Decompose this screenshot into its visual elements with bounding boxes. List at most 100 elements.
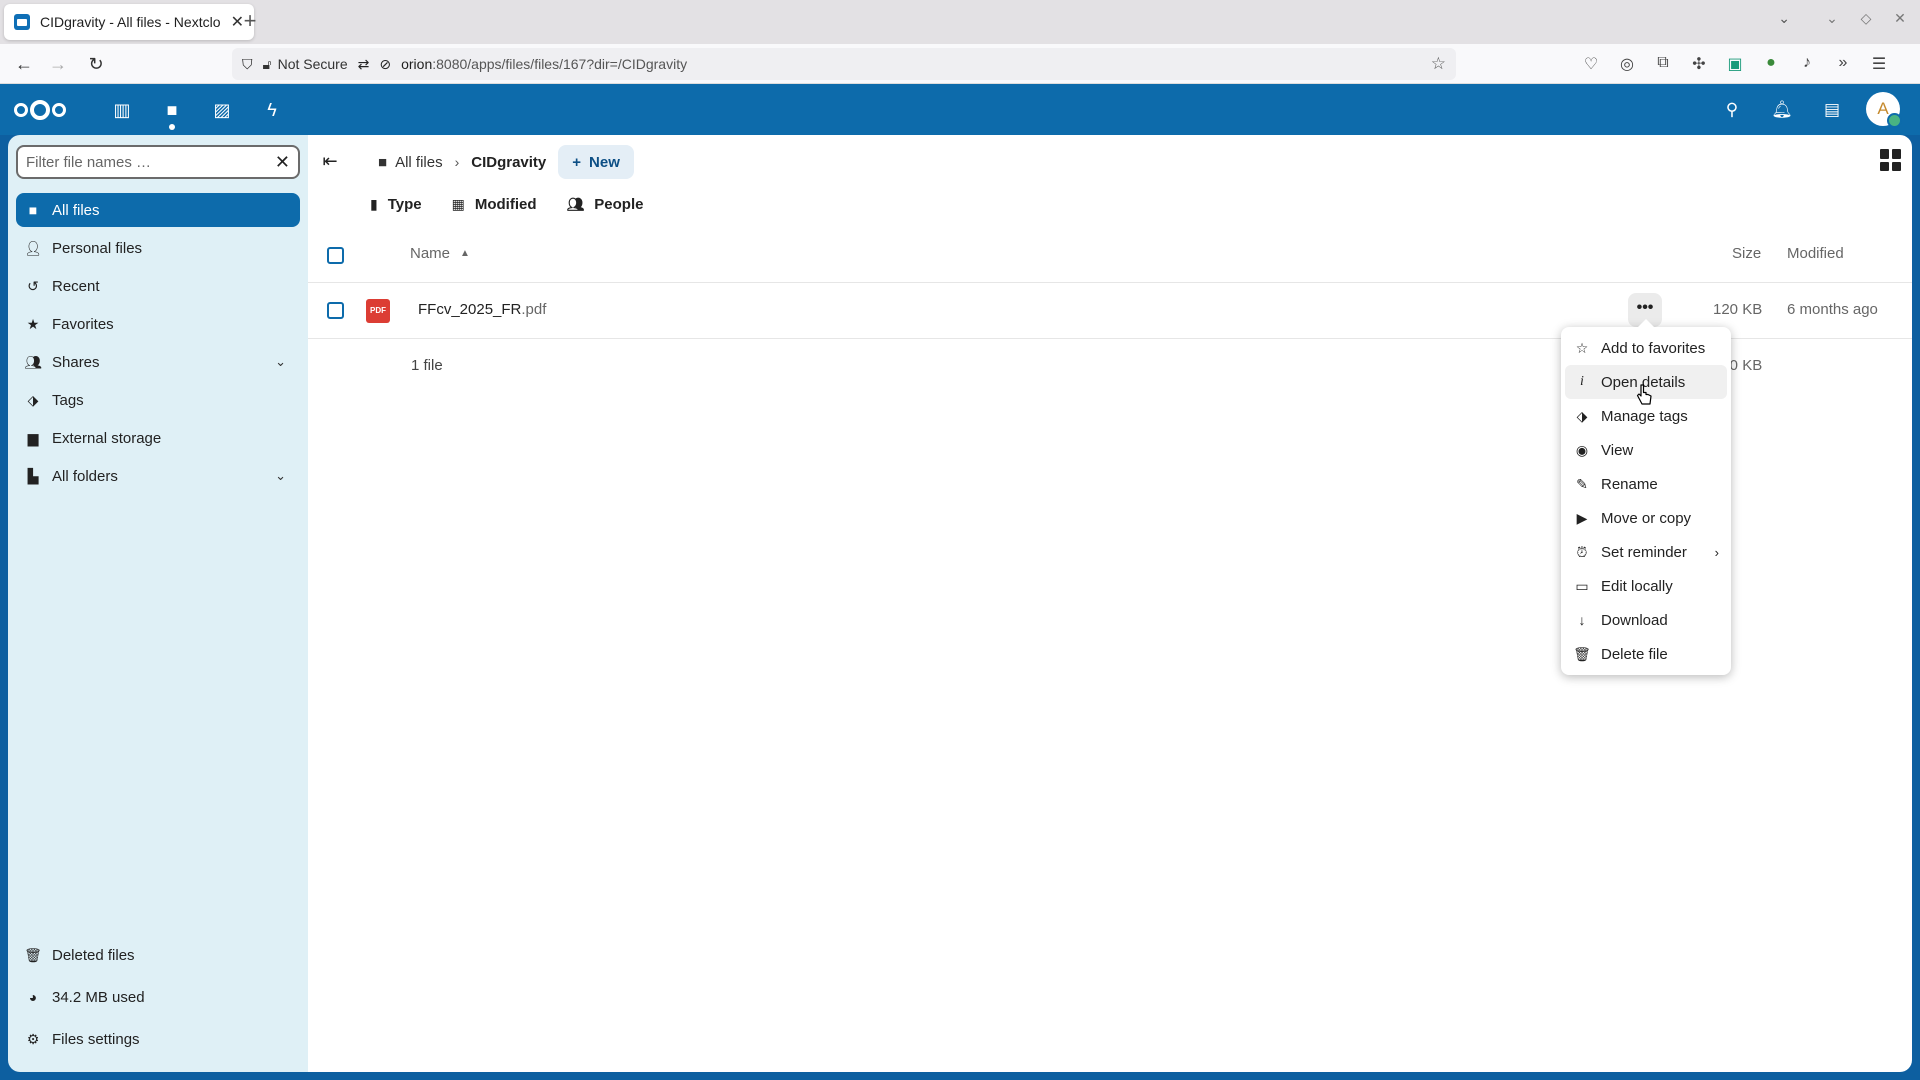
logo-ring-icon	[14, 103, 28, 117]
chevron-down-icon[interactable]: ⌄	[275, 354, 292, 370]
column-name-header[interactable]: Name ▲	[410, 245, 470, 262]
new-label: New	[589, 153, 620, 171]
files-settings-button[interactable]: ⚙ Files settings	[16, 1022, 300, 1056]
music-note-icon[interactable]: ♪	[1798, 54, 1816, 74]
sidebar-item-recent[interactable]: ↺ Recent	[16, 269, 300, 303]
sidebar-item-deleted-files[interactable]: 🗑︎ Deleted files	[16, 938, 300, 972]
hamburger-menu-icon[interactable]: ☰	[1870, 54, 1888, 74]
sidebar-item-all-folders[interactable]: ▙ All folders ⌄	[16, 459, 300, 493]
account-icon[interactable]: ◎	[1618, 54, 1636, 74]
new-button[interactable]: + New	[558, 145, 634, 179]
quota-label: 34.2 MB used	[52, 988, 145, 1006]
contacts-icon[interactable]: ▤	[1818, 96, 1846, 124]
file-modified: 6 months ago	[1787, 301, 1878, 318]
row-checkbox[interactable]	[327, 302, 344, 319]
menu-item-label: Set reminder	[1601, 543, 1687, 561]
security-indicator[interactable]: 🔓︎ Not Secure	[263, 56, 348, 73]
nextcloud-logo[interactable]	[14, 98, 76, 122]
sidebar-item-label: Favorites	[52, 315, 114, 333]
search-icon[interactable]: ⚲	[1718, 96, 1746, 124]
file-extension: .pdf	[521, 301, 547, 318]
user-avatar[interactable]: A	[1866, 92, 1902, 128]
back-arrow-icon[interactable]: ←	[10, 50, 38, 78]
column-label: Name	[410, 245, 451, 262]
sidebar-item-all-files[interactable]: ■ All files	[16, 193, 300, 227]
sidebar-item-external-storage[interactable]: ▆ External storage	[16, 421, 300, 455]
extension-green-icon[interactable]: ▣	[1726, 54, 1744, 74]
column-modified-header[interactable]: Modified	[1787, 245, 1844, 262]
chevron-right-icon: ›	[454, 154, 460, 170]
url-text[interactable]: orion:8080/apps/files/files/167?dir=/CID…	[401, 56, 687, 72]
tab-list-chevron-icon[interactable]: ⌄	[1778, 10, 1790, 27]
menu-item-label: Download	[1601, 611, 1668, 629]
extensions-icon[interactable]: ⧉	[1654, 54, 1672, 74]
forward-arrow-icon[interactable]: →	[44, 50, 72, 78]
breadcrumb-current[interactable]: CIDgravity	[471, 154, 546, 171]
select-all-checkbox[interactable]	[327, 247, 344, 264]
download-icon: ↓	[1578, 612, 1586, 628]
file-actions-menu: ☆ Add to favorites i Open details ⬗ Mana…	[1561, 319, 1731, 675]
tracking-icon[interactable]: ⊘	[379, 56, 391, 73]
sidebar-item-shares[interactable]: 👥︎ Shares ⌄	[16, 345, 300, 379]
folder-icon: ■	[28, 202, 38, 218]
chevron-down-icon[interactable]: ⌄	[275, 468, 292, 484]
grid-view-icon[interactable]	[1880, 149, 1902, 171]
dashboard-icon[interactable]: ▥	[108, 96, 136, 124]
security-label: Not Secure	[277, 56, 348, 72]
breadcrumb: ■ All files › CIDgravity + New	[378, 145, 634, 179]
url-bar[interactable]: ⛉ 🔓︎ Not Secure ⇄ ⊘ orion:8080/apps/file…	[232, 48, 1456, 80]
pocket-icon[interactable]: ♡	[1582, 54, 1600, 74]
sidebar-item-tags[interactable]: ⬗ Tags	[16, 383, 300, 417]
window-close-icon[interactable]: ✕	[1892, 10, 1908, 27]
sidebar-item-personal-files[interactable]: 👤︎ Personal files	[16, 231, 300, 265]
menu-item-view[interactable]: ◉ View	[1565, 433, 1727, 467]
alarm-icon: ⏰︎	[1576, 543, 1588, 560]
tag-icon: ⬗	[27, 391, 39, 408]
file-icon: ▮	[370, 195, 378, 212]
sidebar-item-favorites[interactable]: ★ Favorites	[16, 307, 300, 341]
menu-item-move-or-copy[interactable]: ▶ Move or copy	[1565, 501, 1727, 535]
menu-item-rename[interactable]: ✎ Rename	[1565, 467, 1727, 501]
permissions-icon[interactable]: ⇄	[358, 56, 370, 73]
menu-item-delete-file[interactable]: 🗑︎ Delete file	[1565, 637, 1727, 671]
filter-modified-button[interactable]: ▦ Modified	[452, 187, 537, 221]
insecure-lock-icon: 🔓︎	[262, 55, 272, 72]
menu-item-open-details[interactable]: i Open details	[1565, 365, 1727, 399]
tab-title: CIDgravity - All files - Nextcloud	[40, 14, 221, 30]
clear-filter-icon[interactable]: ✕	[275, 152, 290, 173]
tag-icon: ⬗	[1576, 407, 1588, 424]
nextcloud-favicon-icon	[14, 14, 30, 30]
reload-icon[interactable]: ↻	[82, 50, 110, 78]
menu-item-add-to-favorites[interactable]: ☆ Add to favorites	[1565, 331, 1727, 365]
browser-tab[interactable]: CIDgravity - All files - Nextcloud ✕	[4, 4, 254, 40]
menu-item-download[interactable]: ↓ Download	[1565, 603, 1727, 637]
files-app-icon[interactable]: ■	[158, 96, 186, 130]
new-tab-button[interactable]: +	[236, 8, 264, 36]
storage-quota[interactable]: ◕ 34.2 MB used	[16, 980, 300, 1014]
overflow-chevron-icon[interactable]: »	[1834, 54, 1852, 74]
pdf-file-icon: PDF	[366, 299, 390, 323]
share-person-icon: 👥︎	[24, 353, 42, 370]
shield-icon[interactable]: ⛉	[242, 56, 253, 73]
filter-file-names-input[interactable]	[26, 153, 275, 171]
extension-puzzle-icon[interactable]: ✣	[1690, 54, 1708, 74]
file-basename: FFcv_2025_FR	[418, 301, 522, 318]
sidebar-item-label: Personal files	[52, 239, 143, 257]
breadcrumb-all-files[interactable]: ■ All files	[378, 154, 443, 171]
menu-item-set-reminder[interactable]: ⏰︎ Set reminder ›	[1565, 535, 1727, 569]
bookmark-star-icon[interactable]: ☆	[1431, 54, 1446, 74]
star-icon: ★	[26, 315, 40, 332]
minimize-icon[interactable]: ⌄	[1824, 10, 1840, 27]
activity-icon[interactable]: ϟ	[258, 96, 286, 124]
toggle-navigation-icon[interactable]: ⇤	[318, 149, 342, 173]
notifications-bell-icon[interactable]: 🔔︎	[1768, 96, 1796, 124]
filter-type-button[interactable]: ▮ Type	[370, 187, 422, 221]
filter-people-button[interactable]: 👥︎ People	[567, 187, 644, 221]
column-size-header[interactable]: Size	[1732, 245, 1761, 262]
file-name[interactable]: FFcv_2025_FR.pdf	[418, 301, 546, 318]
restore-icon[interactable]: ◇	[1858, 10, 1874, 27]
extension-leaf-icon[interactable]: ●	[1762, 54, 1780, 74]
menu-item-edit-locally[interactable]: ▭ Edit locally	[1565, 569, 1727, 603]
photos-icon[interactable]: ▨	[208, 96, 236, 124]
menu-item-manage-tags[interactable]: ⬗ Manage tags	[1565, 399, 1727, 433]
